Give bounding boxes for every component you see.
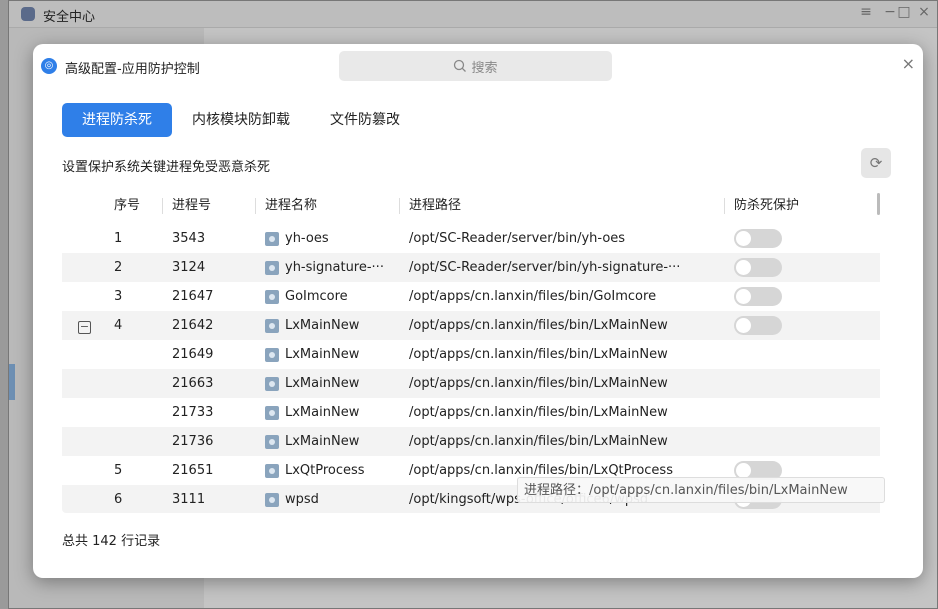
table-header: 序号 进程号 进程名称 进程路径 防杀死保护 (62, 191, 880, 220)
row-pid: 3124 (172, 260, 206, 275)
refresh-button[interactable]: ⟳ (861, 148, 891, 178)
column-divider (724, 198, 725, 214)
process-icon (265, 463, 279, 478)
row-pid: 21649 (172, 347, 214, 362)
row-process-path: /opt/SC-Reader/server/bin/yh-signature-·… (409, 260, 681, 275)
minus-square-icon: − (78, 320, 91, 334)
row-index: 4 (114, 318, 123, 333)
maximize-button[interactable]: □ (895, 4, 913, 20)
process-icon (265, 434, 279, 449)
advanced-config-dialog: ◎ 高级配置-应用防护控制 搜索 × 进程防杀死 内核模块防卸载 文件防篡改 设… (33, 44, 923, 578)
row-pid: 21642 (172, 318, 214, 333)
path-tooltip: 进程路径：/opt/apps/cn.lanxin/files/bin/LxMai… (517, 477, 885, 503)
process-icon (265, 347, 279, 362)
row-process-name: LxMainNew (265, 340, 400, 369)
row-pid: 21663 (172, 376, 214, 391)
row-process-path: /opt/apps/cn.lanxin/files/bin/GoImcore (409, 289, 657, 304)
column-divider (162, 198, 163, 214)
column-header-pid[interactable]: 进程号 (172, 191, 211, 220)
table-row[interactable]: − 4 21642 LxMainNew /opt/apps/cn.lanxin/… (62, 311, 880, 340)
row-pid: 3543 (172, 231, 206, 246)
row-process-name: LxMainNew (265, 311, 400, 340)
table-row[interactable]: 1 3543 yh-oes /opt/SC-Reader/server/bin/… (62, 224, 880, 253)
security-center-logo-icon (21, 7, 35, 21)
tab-kernel-module-anti-unload[interactable]: 内核模块防卸载 (172, 103, 310, 137)
column-header-name[interactable]: 进程名称 (265, 191, 317, 220)
table-scrollbar[interactable] (877, 193, 880, 215)
main-titlebar: 安全中心 ≡ − □ × (9, 1, 937, 28)
row-pid: 3111 (172, 492, 206, 507)
shield-logo-icon: ◎ (41, 58, 57, 74)
process-icon (265, 492, 279, 507)
row-pid: 21733 (172, 405, 214, 420)
column-divider (399, 198, 400, 214)
column-divider (255, 198, 256, 214)
row-process-path: /opt/apps/cn.lanxin/files/bin/LxMainNew (409, 376, 668, 391)
collapse-group-button[interactable]: − (78, 311, 91, 340)
row-index: 2 (114, 260, 123, 275)
row-index: 1 (114, 231, 123, 246)
record-count: 总共 142 行记录 (62, 534, 161, 549)
protection-toggle[interactable] (734, 287, 782, 306)
row-process-name: LxMainNew (265, 398, 400, 427)
row-process-path: /opt/apps/cn.lanxin/files/bin/LxMainNew (409, 405, 668, 420)
column-header-index[interactable]: 序号 (114, 191, 140, 220)
main-window-title: 安全中心 (43, 10, 96, 25)
row-process-name: LxQtProcess (265, 456, 400, 485)
process-table: 序号 进程号 进程名称 进程路径 防杀死保护 1 3543 yh-oes /op… (62, 191, 891, 513)
row-index: 6 (114, 492, 123, 507)
row-index: 5 (114, 463, 123, 478)
protection-toggle[interactable] (734, 229, 782, 248)
protection-toggle[interactable] (734, 258, 782, 277)
search-placeholder: 搜索 (471, 60, 498, 76)
refresh-icon: ⟳ (869, 154, 883, 172)
table-row[interactable]: 21663 LxMainNew /opt/apps/cn.lanxin/file… (62, 369, 880, 398)
row-index: 3 (114, 289, 123, 304)
tab-description: 设置保护系统关键进程免受恶意杀死 (62, 160, 271, 175)
dialog-title: 高级配置-应用防护控制 (65, 62, 200, 77)
table-row[interactable]: 21649 LxMainNew /opt/apps/cn.lanxin/file… (62, 340, 880, 369)
row-pid: 21647 (172, 289, 214, 304)
process-icon (265, 289, 279, 304)
row-process-name: yh-signature-··· (265, 253, 400, 282)
tab-file-anti-tamper[interactable]: 文件防篡改 (310, 103, 420, 137)
process-icon (265, 405, 279, 420)
tab-process-anti-kill[interactable]: 进程防杀死 (62, 103, 172, 137)
row-process-path: /opt/apps/cn.lanxin/files/bin/LxMainNew (409, 318, 668, 333)
process-icon (265, 318, 279, 333)
process-icon (265, 260, 279, 275)
process-icon (265, 231, 279, 246)
row-process-name: GoImcore (265, 282, 400, 311)
dialog-close-button[interactable]: × (902, 54, 915, 73)
table-row[interactable]: 3 21647 GoImcore /opt/apps/cn.lanxin/fil… (62, 282, 880, 311)
table-row[interactable]: 2 3124 yh-signature-··· /opt/SC-Reader/s… (62, 253, 880, 282)
search-icon (454, 59, 467, 72)
search-input[interactable]: 搜索 (339, 51, 612, 81)
row-process-name: yh-oes (265, 224, 400, 253)
protection-toggle[interactable] (734, 316, 782, 335)
column-header-path[interactable]: 进程路径 (409, 191, 719, 220)
table-row[interactable]: 21736 LxMainNew /opt/apps/cn.lanxin/file… (62, 427, 880, 456)
row-process-path: /opt/apps/cn.lanxin/files/bin/LxMainNew (409, 347, 668, 362)
sidebar-active-indicator (9, 364, 15, 400)
table-row[interactable]: 21733 LxMainNew /opt/apps/cn.lanxin/file… (62, 398, 880, 427)
row-process-path: /opt/SC-Reader/server/bin/yh-oes (409, 231, 626, 246)
row-process-name: wpsd (265, 485, 400, 513)
close-window-button[interactable]: × (915, 4, 933, 20)
menu-icon[interactable]: ≡ (857, 4, 875, 20)
row-process-name: LxMainNew (265, 369, 400, 398)
row-process-name: LxMainNew (265, 427, 400, 456)
row-pid: 21736 (172, 434, 214, 449)
row-pid: 21651 (172, 463, 214, 478)
process-icon (265, 376, 279, 391)
row-process-path: /opt/apps/cn.lanxin/files/bin/LxMainNew (409, 434, 668, 449)
tab-bar: 进程防杀死 内核模块防卸载 文件防篡改 (62, 103, 420, 137)
column-header-protection[interactable]: 防杀死保护 (734, 191, 799, 220)
